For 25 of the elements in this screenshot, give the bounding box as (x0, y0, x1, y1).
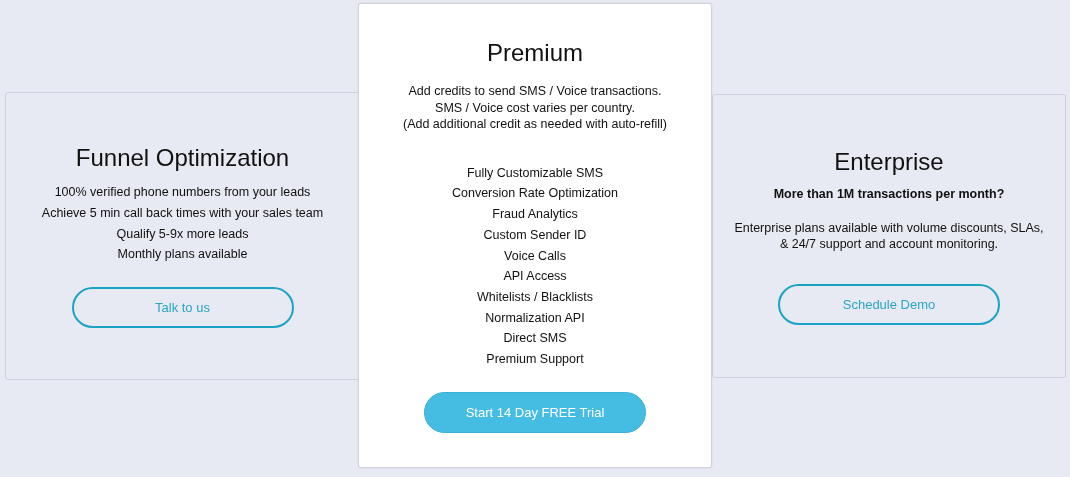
feature-item: Achieve 5 min call back times with your sales team (41, 204, 324, 222)
feature-item: 100% verified phone numbers from your leads (53, 184, 312, 202)
feature-item: Conversion Rate Optimization (451, 185, 618, 203)
feature-item: Direct SMS (502, 330, 568, 348)
description-line: Add credits to send SMS / Voice transactions. (407, 83, 663, 100)
feature-item: Fraud Analytics (491, 206, 579, 224)
feature-item: Normalization API (484, 309, 586, 327)
description-line: SMS / Voice cost varies per country. (434, 99, 636, 117)
feature-item: Whitelists / Blacklists (476, 288, 594, 306)
feature-item: Premium Support (485, 351, 585, 369)
cta-button[interactable]: Talk to us (71, 286, 294, 328)
plan-title: Enterprise (834, 146, 944, 177)
plan-title: Premium (487, 38, 583, 69)
cta-button[interactable]: Schedule Demo (778, 283, 1000, 325)
plan-subtitle: More than 1M transactions per month? (773, 185, 1005, 203)
feature-item: Voice Calls (503, 247, 567, 265)
start-trial-button[interactable]: Start 14 Day FREE Trial (424, 391, 646, 433)
feature-item: API Access (502, 268, 568, 286)
plan-title: Funnel Optimization (75, 143, 290, 174)
feature-item: Custom Sender ID (482, 226, 588, 244)
feature-item: Monthly plans available (116, 246, 249, 264)
feature-item: Fully Customizable SMS (465, 164, 605, 182)
feature-item: Qualify 5-9x more leads (115, 225, 250, 243)
description-line: (Add additional credit as needed with auto-refill) (402, 116, 667, 133)
plan-description: Enterprise plans available with volume discounts, SLAs, & 24/7 support and account monitoring. (733, 219, 1045, 252)
